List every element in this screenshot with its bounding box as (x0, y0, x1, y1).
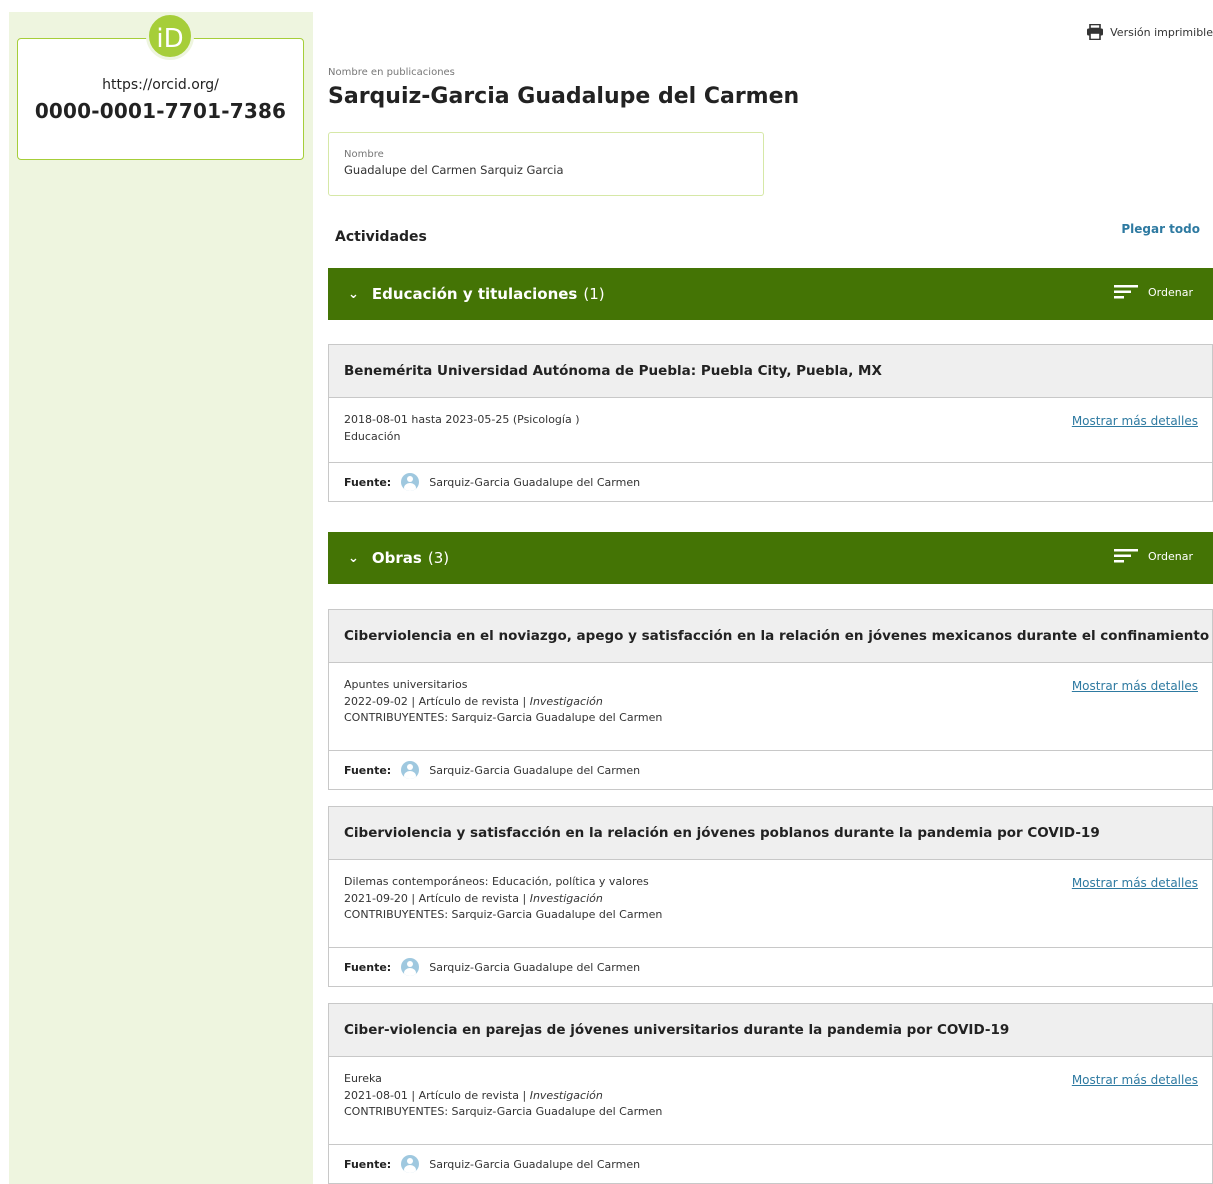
work-journal: Dilemas contemporáneos: Educación, polít… (344, 875, 649, 888)
show-more-details-link[interactable]: Mostrar más detalles (1072, 875, 1198, 892)
work-item: Ciberviolencia en el noviazgo, apego y s… (328, 609, 1213, 790)
education-item: Benemérita Universidad Autónoma de Puebl… (328, 344, 1213, 502)
work-date-type-text: 2021-08-01 | Artículo de revista | (344, 1088, 530, 1102)
user-icon (401, 761, 420, 779)
work-category: Investigación (529, 1088, 603, 1102)
source-label: Fuente: (344, 1157, 392, 1171)
chevron-down-icon[interactable]: ⌄ (348, 287, 359, 302)
orcid-id[interactable]: 0000-0001-7701-7386 (18, 99, 303, 123)
work-journal: Apuntes universitarios (344, 678, 468, 691)
work-category: Investigación (529, 891, 603, 905)
sidebar: iD https://orcid.org/ 0000-0001-7701-738… (9, 12, 313, 1184)
source-name: Sarquiz-Garcia Guadalupe del Carmen (429, 1157, 641, 1171)
education-item-body: 2018-08-01 hasta 2023-05-25 (Psicología … (329, 398, 1212, 463)
work-date-type-text: 2021-09-20 | Artículo de revista | (344, 891, 530, 905)
work-journal: Eureka (344, 1072, 382, 1085)
source-label: Fuente: (344, 475, 392, 489)
show-more-details-link[interactable]: Mostrar más detalles (1072, 678, 1198, 695)
print-version-link[interactable]: Versión imprimible (1086, 24, 1213, 40)
education-section-header[interactable]: ⌄ Educación y titulaciones (1) Ordenar (328, 268, 1213, 320)
activities-heading: Actividades (335, 229, 427, 245)
works-section-title: Obras (371, 549, 422, 567)
work-item: Ciberviolencia y satisfacción en la rela… (328, 806, 1213, 987)
sort-label: Ordenar (1148, 285, 1193, 299)
sort-icon (1114, 549, 1139, 563)
user-icon (401, 958, 420, 976)
source-name: Sarquiz-Garcia Guadalupe del Carmen (429, 475, 641, 489)
works-count: (3) (427, 549, 450, 567)
main-content: Versión imprimible Nombre en publicacion… (328, 0, 1213, 1184)
show-more-details-link[interactable]: Mostrar más detalles (1072, 1072, 1198, 1089)
education-count: (1) (583, 285, 605, 303)
name-label: Nombre (344, 149, 384, 160)
work-date-type: 2022-09-02 | Artículo de revista | Inves… (344, 694, 1197, 711)
source-label: Fuente: (344, 763, 392, 777)
source-name: Sarquiz-Garcia Guadalupe del Carmen (429, 960, 641, 974)
orcid-logo-icon: iD (146, 12, 194, 60)
published-name: Sarquiz-Garcia Guadalupe del Carmen (328, 84, 800, 109)
work-contributors: CONTRIBUYENTES: Sarquiz-Garcia Guadalupe… (344, 908, 663, 921)
print-version-label[interactable]: Versión imprimible (1110, 26, 1213, 39)
published-name-label: Nombre en publicaciones (328, 67, 455, 78)
work-date-type-text: 2022-09-02 | Artículo de revista | (344, 694, 530, 708)
education-item-source: Fuente: Sarquiz-Garcia Guadalupe del Car… (329, 463, 1212, 501)
chevron-down-icon[interactable]: ⌄ (348, 551, 359, 566)
name-value: Guadalupe del Carmen Sarquiz Garcia (344, 163, 564, 177)
work-item-title: Ciber-violencia en parejas de jóvenes un… (329, 1004, 1212, 1057)
sort-icon (1114, 285, 1139, 299)
work-item: Ciber-violencia en parejas de jóvenes un… (328, 1003, 1213, 1184)
work-item-title: Ciberviolencia y satisfacción en la rela… (329, 807, 1212, 860)
works-sort-button[interactable]: Ordenar (1114, 549, 1193, 563)
sort-label: Ordenar (1148, 549, 1193, 563)
education-section-title: Educación y titulaciones (371, 285, 578, 303)
education-item-dates: 2018-08-01 hasta 2023-05-25 (Psicología … (344, 413, 580, 426)
orcid-id-card: iD https://orcid.org/ 0000-0001-7701-738… (17, 12, 304, 160)
work-item-source: Fuente: Sarquiz-Garcia Guadalupe del Car… (329, 1145, 1212, 1183)
collapse-all-link[interactable]: Plegar todo (1121, 222, 1200, 236)
user-icon (401, 473, 420, 491)
work-category: Investigación (529, 694, 603, 708)
work-item-body: Eureka 2021-08-01 | Artículo de revista … (329, 1057, 1212, 1145)
user-icon (401, 1155, 420, 1173)
work-contributors: CONTRIBUYENTES: Sarquiz-Garcia Guadalupe… (344, 1105, 663, 1118)
education-item-type: Educación (344, 429, 401, 443)
works-section-header[interactable]: ⌄ Obras (3) Ordenar (328, 532, 1213, 584)
show-more-details-link[interactable]: Mostrar más detalles (1072, 413, 1198, 430)
source-label: Fuente: (344, 960, 392, 974)
work-contributors: CONTRIBUYENTES: Sarquiz-Garcia Guadalupe… (344, 711, 663, 724)
work-item-body: Apuntes universitarios 2022-09-02 | Artí… (329, 663, 1212, 751)
work-date-type: 2021-08-01 | Artículo de revista | Inves… (344, 1088, 1197, 1105)
work-item-body: Dilemas contemporáneos: Educación, polít… (329, 860, 1212, 948)
work-item-source: Fuente: Sarquiz-Garcia Guadalupe del Car… (329, 948, 1212, 986)
education-item-title: Benemérita Universidad Autónoma de Puebl… (329, 345, 1212, 398)
education-sort-button[interactable]: Ordenar (1114, 285, 1193, 299)
source-name: Sarquiz-Garcia Guadalupe del Carmen (429, 763, 641, 777)
name-box: Nombre Guadalupe del Carmen Sarquiz Garc… (328, 132, 764, 196)
work-date-type: 2021-09-20 | Artículo de revista | Inves… (344, 891, 1197, 908)
printer-icon (1087, 24, 1104, 40)
work-item-source: Fuente: Sarquiz-Garcia Guadalupe del Car… (329, 751, 1212, 789)
work-item-title: Ciberviolencia en el noviazgo, apego y s… (329, 610, 1212, 663)
orcid-url[interactable]: https://orcid.org/ (18, 77, 303, 93)
